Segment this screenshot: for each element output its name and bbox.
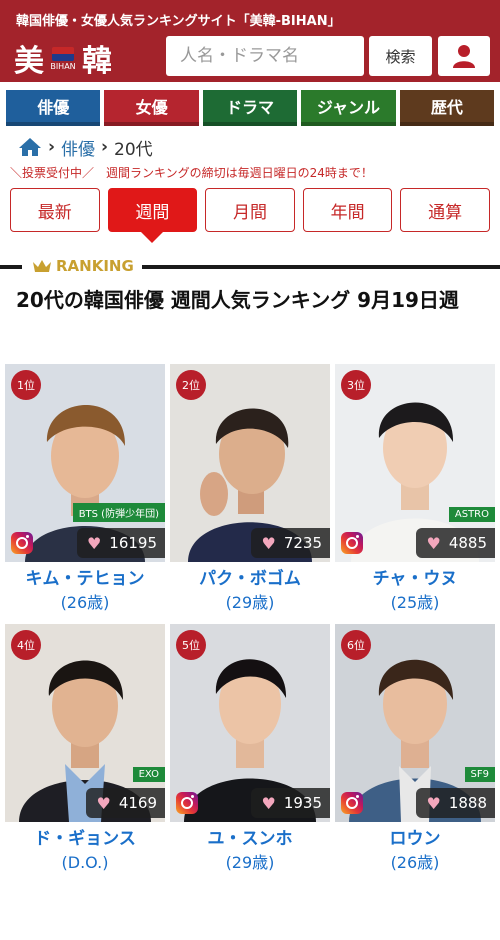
heart-icon: ♥ (261, 533, 276, 553)
ranking-card[interactable]: 4位 EXO ♥ 4169 ド・ギョンス (D.O.) (5, 624, 165, 874)
ranking-card[interactable]: 2位 ♥ 7235 パク・ボゴム (29歳) (170, 364, 330, 614)
heart-icon: ♥ (426, 533, 441, 553)
page-title: 20代の韓国俳優 週間人気ランキング 9月19日週 (16, 288, 459, 312)
flag-icon (52, 47, 74, 61)
actor-age: (25歳) (390, 593, 440, 612)
logo-small-text: BIHAN (50, 62, 76, 71)
site-tagline: 韓国俳優・女優人気ランキングサイト「美韓-BIHAN」 (16, 14, 341, 29)
logo-flag: BIHAN (48, 45, 78, 71)
crown-icon (33, 260, 51, 272)
like-count: 16195 (109, 534, 157, 552)
site-header: 韓国俳優・女優人気ランキングサイト「美韓-BIHAN」 美 BIHAN 韓 検索 (0, 0, 500, 82)
heart-icon: ♥ (96, 793, 111, 813)
ranking-card[interactable]: 1位 BTS (防弾少年団) ♥ 16195 キム・テヒョン (26歳) (5, 364, 165, 614)
like-counter[interactable]: ♥ 16195 (76, 528, 165, 558)
ranking-label: RANKING (22, 254, 142, 278)
nav-tab-history[interactable]: 歴代 (399, 90, 495, 126)
breadcrumb-item-actor[interactable]: 俳優 (61, 135, 95, 160)
nav-tab-actor[interactable]: 俳優 (6, 90, 101, 126)
actor-name[interactable]: ド・ギョンス (5, 828, 165, 850)
like-count: 4169 (118, 794, 157, 812)
instagram-icon[interactable] (176, 792, 198, 814)
chevron-right-icon: › (101, 137, 109, 157)
like-counter[interactable]: ♥ 4885 (416, 528, 495, 558)
actor-photo[interactable]: 4位 EXO ♥ 4169 (5, 624, 165, 822)
period-tab-alltime[interactable]: 通算 (400, 188, 490, 232)
like-counter[interactable]: ♥ 1888 (416, 788, 495, 818)
like-counter[interactable]: ♥ 1935 (251, 788, 330, 818)
actor-name[interactable]: チャ・ウヌ (335, 568, 495, 590)
like-counter[interactable]: ♥ 7235 (251, 528, 330, 558)
actor-age: (29歳) (225, 593, 275, 612)
period-tab-weekly[interactable]: 週間 (107, 188, 198, 243)
period-tab-yearly[interactable]: 年間 (302, 188, 393, 232)
like-count: 1935 (283, 794, 322, 812)
logo-char-left: 美 (14, 44, 44, 79)
actor-age: (26歳) (390, 853, 440, 872)
instagram-icon[interactable] (11, 532, 33, 554)
actor-name[interactable]: パク・ボゴム (170, 568, 330, 590)
ranking-card[interactable]: 3位 ASTRO ♥ 4885 チャ・ウヌ (25歳) (335, 364, 495, 614)
nav-tab-genre[interactable]: ジャンル (301, 90, 396, 126)
like-count: 1888 (448, 794, 487, 812)
voting-status: ＼投票受付中／ (10, 166, 95, 180)
ranking-label-text: RANKING (56, 257, 134, 275)
breadcrumb: › 俳優 › 20代 (0, 130, 500, 164)
ranking-card[interactable]: 6位 SF9 ♥ 1888 ロウン (26歳) (335, 624, 495, 874)
actor-name[interactable]: ロウン (335, 828, 495, 850)
search-button[interactable]: 検索 (369, 36, 432, 76)
actor-photo[interactable]: 2位 ♥ 7235 (170, 364, 330, 562)
actor-photo[interactable]: 6位 SF9 ♥ 1888 (335, 624, 495, 822)
actor-age: (26歳) (60, 593, 110, 612)
rank-badge: 3位 (341, 370, 371, 400)
instagram-icon[interactable] (341, 792, 363, 814)
nav-tab-actress[interactable]: 女優 (104, 90, 199, 126)
actor-age: (29歳) (225, 853, 275, 872)
chevron-right-icon: › (48, 137, 56, 157)
instagram-icon[interactable] (341, 532, 363, 554)
home-icon[interactable] (18, 137, 42, 157)
logo-char-right: 韓 (82, 44, 112, 79)
like-counter[interactable]: ♥ 4169 (86, 788, 165, 818)
rank-badge: 2位 (176, 370, 206, 400)
site-logo[interactable]: 美 BIHAN 韓 (14, 36, 112, 80)
ranking-card[interactable]: 5位 ♥ 1935 ユ・スンホ (29歳) (170, 624, 330, 874)
group-badge: SF9 (464, 767, 495, 782)
ranking-divider: RANKING (0, 254, 500, 278)
actor-photo[interactable]: 3位 ASTRO ♥ 4885 (335, 364, 495, 562)
group-badge: EXO (132, 767, 165, 782)
actor-photo[interactable]: 1位 BTS (防弾少年団) ♥ 16195 (5, 364, 165, 562)
actor-photo[interactable]: 5位 ♥ 1935 (170, 624, 330, 822)
search-input[interactable] (166, 36, 364, 76)
period-tabs: 最新 週間 月間 年間 通算 (0, 188, 500, 256)
period-tab-latest[interactable]: 最新 (10, 188, 100, 232)
rank-badge: 1位 (11, 370, 41, 400)
group-badge: ASTRO (448, 507, 495, 522)
actor-name[interactable]: キム・テヒョン (5, 568, 165, 590)
actor-age: (D.O.) (61, 853, 109, 872)
voting-deadline-text: 週間ランキングの締切は毎週日曜日の24時まで！ (106, 166, 373, 180)
heart-icon: ♥ (426, 793, 441, 813)
rank-badge: 4位 (11, 630, 41, 660)
heart-icon: ♥ (261, 793, 276, 813)
heart-icon: ♥ (86, 533, 102, 553)
category-nav: 俳優 女優 ドラマ ジャンル 歴代 (0, 82, 500, 130)
voting-notice: ＼投票受付中／ 週間ランキングの締切は毎週日曜日の24時まで！ (0, 164, 500, 182)
rank-badge: 6位 (341, 630, 371, 660)
group-badge: BTS (防弾少年団) (72, 503, 165, 522)
user-icon (453, 45, 475, 68)
rank-badge: 5位 (176, 630, 206, 660)
ranking-grid: 1位 BTS (防弾少年団) ♥ 16195 キム・テヒョン (26歳) 2位 (0, 364, 500, 874)
like-count: 4885 (448, 534, 487, 552)
like-count: 7235 (283, 534, 322, 552)
period-tab-monthly[interactable]: 月間 (205, 188, 295, 232)
breadcrumb-item-current: 20代 (114, 139, 153, 160)
nav-tab-drama[interactable]: ドラマ (202, 90, 298, 126)
actor-name[interactable]: ユ・スンホ (170, 828, 330, 850)
user-button[interactable] (438, 36, 490, 76)
